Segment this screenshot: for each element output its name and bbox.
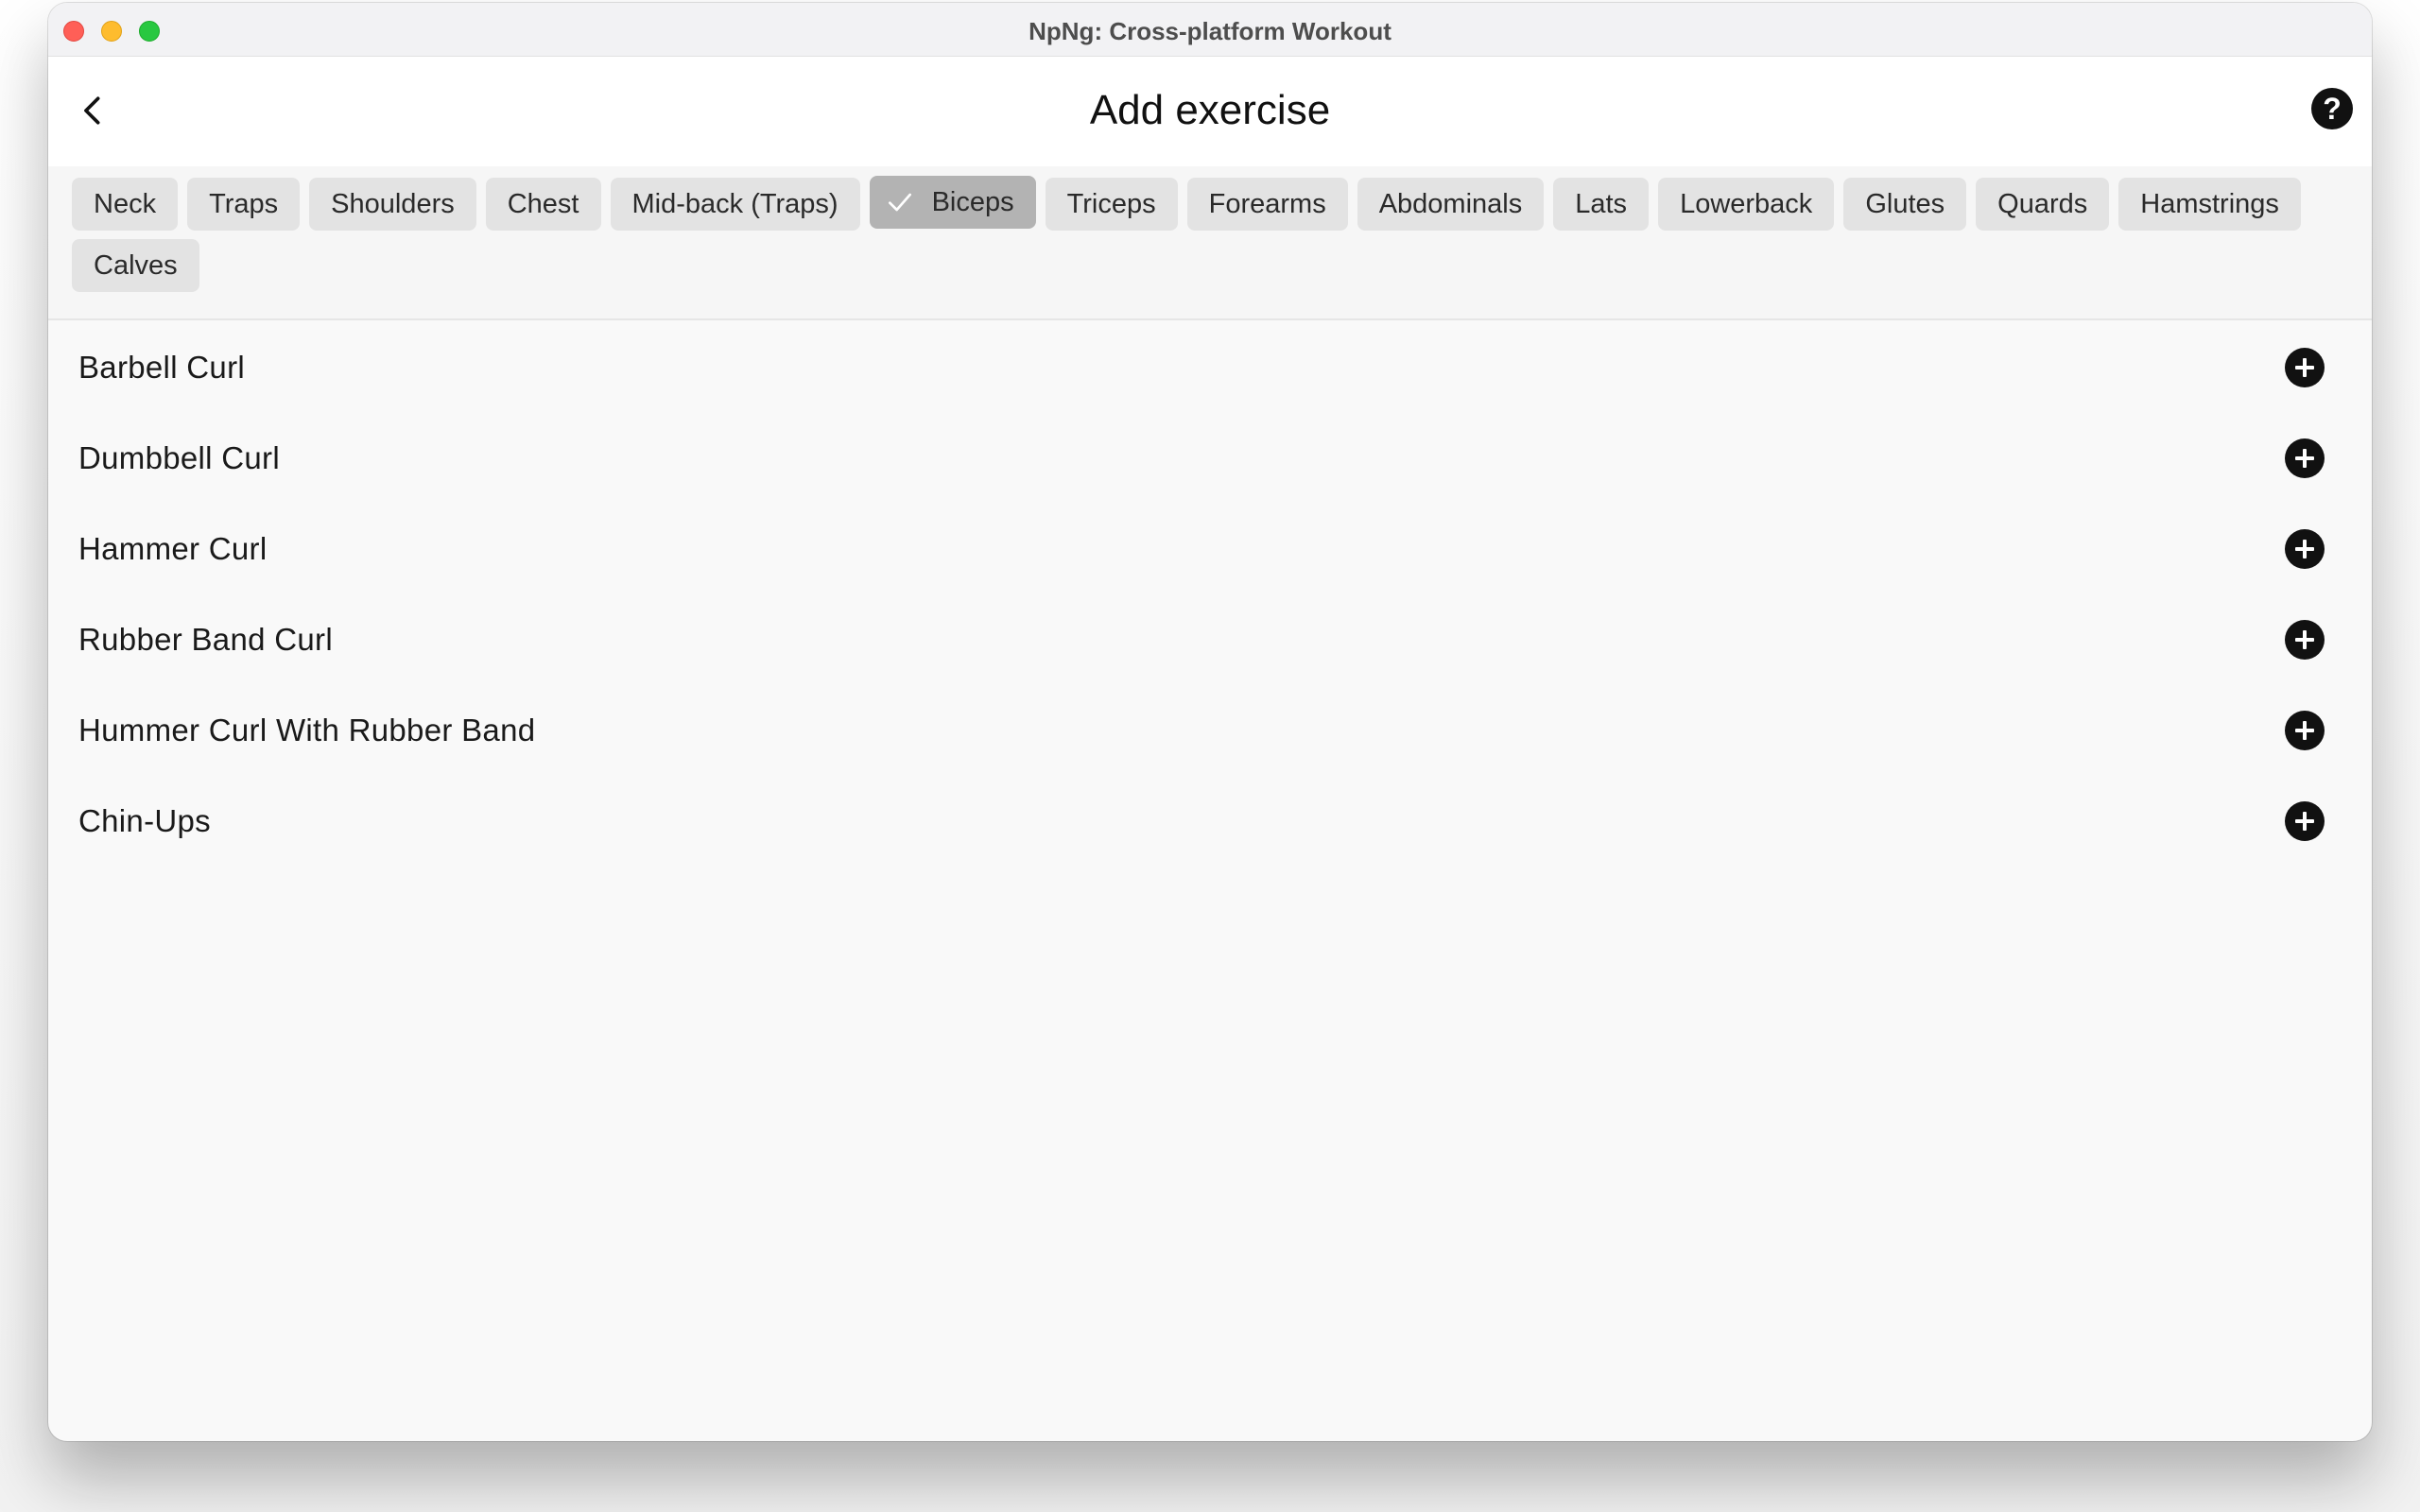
filter-chip-label: Forearms <box>1208 188 1326 219</box>
exercise-name: Barbell Curl <box>78 350 245 385</box>
filter-chip-label: Glutes <box>1865 188 1945 219</box>
filter-chip-chest[interactable]: Chest <box>485 178 601 231</box>
muscle-group-filter-bar: Neck Traps Shoulders Chest Mid-back (Traps) B… <box>48 166 2372 320</box>
filter-chip-label: Triceps <box>1066 188 1156 219</box>
filter-chip-quards[interactable]: Quards <box>1976 178 2110 231</box>
filter-chip-traps[interactable]: Traps <box>187 178 301 231</box>
filter-chip-mid-back-traps[interactable]: Mid-back (Traps) <box>610 178 860 231</box>
exercise-name: Rubber Band Curl <box>78 622 333 657</box>
filter-chip-label: Mid-back (Traps) <box>631 188 838 219</box>
filter-chip-glutes[interactable]: Glutes <box>1843 178 1967 231</box>
exercise-name: Chin-Ups <box>78 803 211 838</box>
filter-chip-label: Shoulders <box>331 188 455 219</box>
help-button[interactable]: ? <box>2311 88 2353 129</box>
add-exercise-plus-icon[interactable] <box>2285 438 2325 478</box>
exercise-row[interactable]: Rubber Band Curl <box>48 594 2372 685</box>
filter-chip-triceps[interactable]: Triceps <box>1045 178 1178 231</box>
exercise-name: Hummer Curl With Rubber Band <box>78 713 536 747</box>
filter-chip-label: Calves <box>94 249 178 281</box>
add-exercise-plus-icon[interactable] <box>2285 711 2325 750</box>
exercise-row[interactable]: Dumbbell Curl <box>48 413 2372 504</box>
app-window: NpNg: Cross-platform Workout Add exercis… <box>48 3 2372 1441</box>
filter-chip-abdominals[interactable]: Abdominals <box>1357 178 1545 231</box>
filter-chip-biceps[interactable]: Biceps <box>869 176 1036 229</box>
filter-chip-label: Neck <box>94 188 157 219</box>
filter-chip-label: Lats <box>1575 188 1628 219</box>
exercise-list: Barbell Curl Dumbbell Curl Hammer Curl Rubb… <box>48 322 2372 867</box>
add-exercise-plus-icon[interactable] <box>2285 529 2325 569</box>
filter-chip-label: Lowerback <box>1680 188 1813 219</box>
filter-chip-lats[interactable]: Lats <box>1553 178 1650 231</box>
question-mark-icon: ? <box>2323 91 2342 126</box>
filter-chip-label: Abdominals <box>1378 188 1523 219</box>
filter-chip-label: Traps <box>209 188 279 219</box>
page-title: Add exercise <box>1089 87 1331 133</box>
filter-chip-shoulders[interactable]: Shoulders <box>309 178 476 231</box>
filter-chip-forearms[interactable]: Forearms <box>1186 178 1348 231</box>
filter-chip-neck[interactable]: Neck <box>72 178 179 231</box>
app-bar: Add exercise ? <box>48 57 2372 166</box>
filter-chip-hamstrings[interactable]: Hamstrings <box>2118 178 2301 231</box>
filter-chip-label: Biceps <box>931 186 1014 217</box>
exercise-row[interactable]: Hammer Curl <box>48 504 2372 594</box>
add-exercise-plus-icon[interactable] <box>2285 620 2325 660</box>
filter-chip-calves[interactable]: Calves <box>72 239 199 292</box>
add-exercise-plus-icon[interactable] <box>2285 801 2325 841</box>
exercise-name: Hammer Curl <box>78 531 268 566</box>
filter-chip-lowerback[interactable]: Lowerback <box>1658 178 1835 231</box>
filter-chip-label: Quards <box>1997 188 2088 219</box>
exercise-name: Dumbbell Curl <box>78 440 280 475</box>
checkmark-icon <box>888 193 911 212</box>
window-title: NpNg: Cross-platform Workout <box>1028 17 1392 45</box>
add-exercise-plus-icon[interactable] <box>2285 348 2325 387</box>
title-bar: NpNg: Cross-platform Workout <box>48 3 2372 57</box>
filter-chip-label: Chest <box>507 188 579 219</box>
exercise-row[interactable]: Hummer Curl With Rubber Band <box>48 685 2372 776</box>
exercise-row[interactable]: Chin-Ups <box>48 776 2372 867</box>
filter-chip-label: Hamstrings <box>2140 188 2279 219</box>
exercise-row[interactable]: Barbell Curl <box>48 322 2372 413</box>
